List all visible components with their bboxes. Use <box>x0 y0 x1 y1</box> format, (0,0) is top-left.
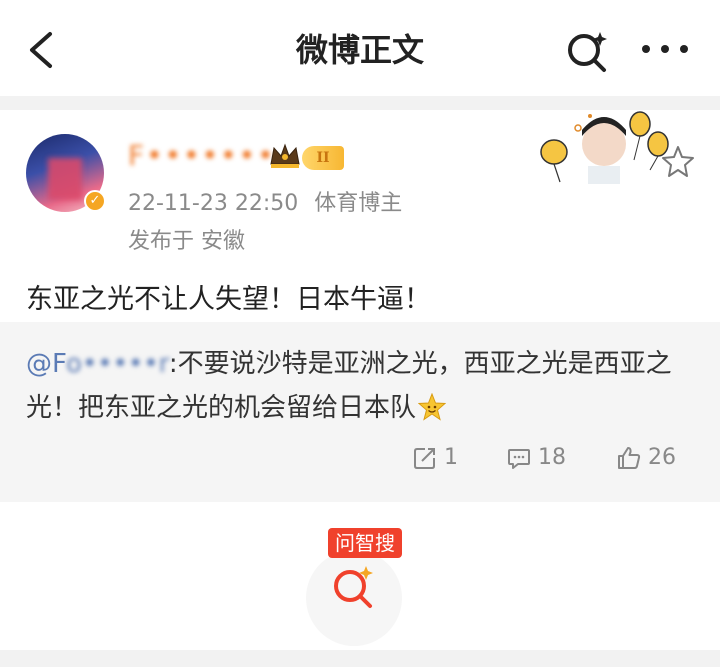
comment-count: 18 <box>538 445 566 470</box>
mention-link[interactable]: @Fo•••••r <box>26 349 169 379</box>
post-timestamp: 22-11-23 22:50 <box>128 191 299 216</box>
repost-button[interactable]: 1 <box>412 442 458 474</box>
smart-search-label[interactable]: 问智搜 <box>328 528 402 558</box>
post-meta: 22-11-23 22:50 体育博主 <box>128 188 402 220</box>
footer-divider <box>0 650 720 667</box>
smart-search-icon[interactable] <box>564 28 610 74</box>
repost-count: 1 <box>444 445 458 470</box>
page-title: 微博正文 <box>295 31 424 69</box>
member-level-badge: II <box>302 146 344 170</box>
smiling-face-emoji <box>418 393 447 421</box>
more-dots-icon[interactable] <box>640 38 690 60</box>
mention-prefix: @F <box>26 349 67 379</box>
comment-button[interactable]: 18 <box>506 442 566 474</box>
post-location: 发布于 安徽 <box>128 229 245 254</box>
like-count: 26 <box>648 445 676 470</box>
repost-icon <box>414 448 435 469</box>
author-role: 体育博主 <box>314 191 403 216</box>
quoted-comment-text: @Fo•••••r:不要说沙特是亚洲之光，西亚之光是西亚之光！把东亚之光的机会留… <box>26 342 698 430</box>
verified-badge: ✓ <box>84 190 106 212</box>
engagement-stats: 1 18 26 <box>0 442 720 474</box>
avatar-blur <box>48 158 82 200</box>
thumbs-up-icon <box>618 447 641 469</box>
crown-icon <box>270 143 300 168</box>
comment-icon <box>508 449 530 469</box>
smart-search-circle-icon <box>334 566 373 608</box>
post-content: 东亚之光不让人失望！日本牛逼！ <box>26 284 431 315</box>
mention-blurred: o•••••r <box>66 349 169 379</box>
author-name[interactable]: F••••••• <box>128 138 276 174</box>
top-nav-bar: 微博正文 <box>0 0 720 96</box>
like-button[interactable]: 26 <box>616 442 676 474</box>
star-follow-icon[interactable] <box>660 144 696 180</box>
